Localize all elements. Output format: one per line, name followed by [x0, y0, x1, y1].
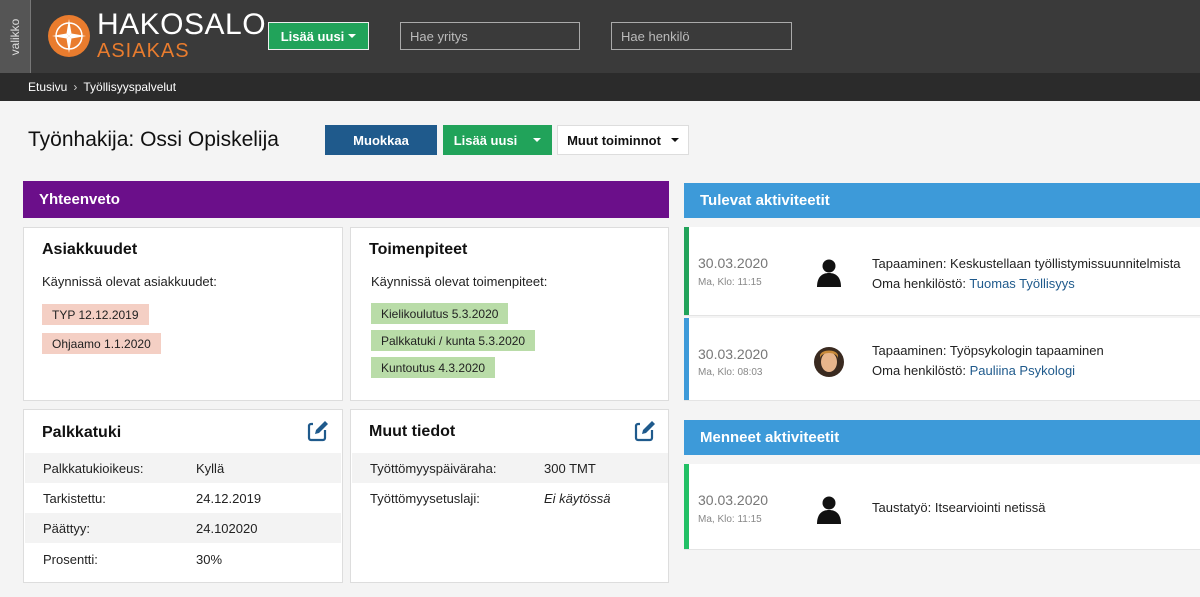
measures-lead: Käynnissä olevat toimenpiteet: [371, 274, 548, 289]
more-actions-button[interactable]: Muut toiminnot [557, 125, 689, 155]
edit-icon[interactable] [634, 420, 656, 442]
breadcrumb-home[interactable]: Etusivu [28, 80, 67, 94]
wage-subsidy-row: Prosentti: 30% [25, 544, 341, 574]
measures-tag[interactable]: Kielikoulutus 5.3.2020 [371, 303, 509, 324]
activity-title: Tapaaminen: Keskustellaan työllistymissu… [872, 256, 1181, 271]
compass-logo-icon [48, 15, 90, 57]
edit-button[interactable]: Muokkaa [325, 125, 437, 155]
measures-title: Toimenpiteet [369, 241, 468, 258]
clienthood-tag[interactable]: Ohjaamo 1.1.2020 [42, 333, 161, 354]
wage-subsidy-title: Palkkatuki [42, 424, 122, 441]
row-value: 24.102020 [196, 520, 258, 536]
activity-status-bar [684, 464, 689, 549]
menu-toggle[interactable]: valikko [0, 0, 31, 73]
breadcrumb: Etusivu › Työllisyyspalvelut [0, 73, 1200, 101]
activity-time: Ma, Klo: 11:15 [698, 514, 762, 525]
clienthood-lead: Käynnissä olevat asiakkuudet: [42, 274, 217, 289]
staff-link[interactable]: Tuomas Työllisyys [969, 276, 1074, 291]
chevron-down-icon [533, 138, 542, 142]
activity-staff: Oma henkilöstö: Pauliina Psykologi [872, 363, 1075, 378]
clienthood-card: Asiakkuudet Käynnissä olevat asiakkuudet… [23, 227, 343, 401]
measures-card: Toimenpiteet Käynnissä olevat toimenpite… [350, 227, 669, 401]
wage-subsidy-row: Tarkistettu: 24.12.2019 [25, 483, 341, 513]
row-value: Kyllä [196, 460, 225, 476]
upcoming-activities-header: Tulevat aktiviteetit [684, 183, 1200, 218]
activity-date: 30.03.2020 [698, 346, 769, 362]
row-key: Työttömyysetuslaji: [370, 490, 480, 506]
activity-title: Taustatyö: Itsearviointi netissä [872, 500, 1046, 515]
add-new-button[interactable]: Lisää uusi [443, 125, 552, 155]
more-actions-label: Muut toiminnot [567, 132, 661, 148]
row-value: 24.12.2019 [196, 490, 262, 506]
wage-subsidy-row: Päättyy: 24.102020 [25, 513, 341, 543]
chevron-down-icon [670, 138, 679, 142]
avatar [814, 347, 844, 377]
menu-label: valikko [8, 18, 22, 55]
wage-subsidy-card: Palkkatuki Palkkatukioikeus: Kyllä Tarki… [23, 409, 343, 583]
measures-tag[interactable]: Palkkatuki / kunta 5.3.2020 [371, 330, 536, 351]
summary-header: Yhteenveto [23, 181, 669, 218]
top-add-new-label: Lisää uusi [280, 28, 345, 44]
other-info-row: Työttömyysetuslaji: Ei käytössä [352, 483, 668, 513]
activity-time: Ma, Klo: 11:15 [698, 277, 762, 288]
person-search-placeholder: Hae henkilö [621, 28, 690, 44]
logo-subtext: ASIAKAS [97, 40, 190, 62]
activity-time: Ma, Klo: 08:03 [698, 367, 763, 378]
clienthood-tag[interactable]: TYP 12.12.2019 [42, 304, 149, 325]
other-info-row: Työttömyyspäiväraha: 300 TMT [352, 453, 668, 483]
breadcrumb-current[interactable]: Työllisyyspalvelut [83, 80, 176, 94]
past-activities-header: Menneet aktiviteetit [684, 420, 1200, 455]
activity-staff: Oma henkilöstö: Tuomas Työllisyys [872, 276, 1075, 291]
person-search-input[interactable]: Hae henkilö [611, 22, 792, 50]
edit-button-label: Muokkaa [353, 132, 409, 148]
chevron-down-icon [348, 34, 357, 38]
top-bar: valikko HAKOSALO ASIAKAS Lisää uusi Hae … [0, 0, 1200, 73]
activity-date: 30.03.2020 [698, 255, 769, 271]
activity-title: Tapaaminen: Työpsykologin tapaaminen [872, 343, 1104, 358]
row-key: Prosentti: [43, 551, 98, 567]
add-new-button-label: Lisää uusi [453, 132, 518, 148]
activity-item[interactable]: 30.03.2020 Ma, Klo: 11:15 Tapaaminen: Ke… [684, 227, 1200, 316]
activity-status-bar [684, 318, 689, 400]
row-key: Päättyy: [43, 520, 90, 536]
activity-status-bar [684, 227, 689, 315]
activity-item[interactable]: 30.03.2020 Ma, Klo: 11:15 Taustatyö: Its… [684, 464, 1200, 550]
other-info-title: Muut tiedot [369, 423, 456, 440]
row-value: 300 TMT [544, 460, 596, 476]
company-search-input[interactable]: Hae yritys [400, 22, 580, 50]
staff-prefix: Oma henkilöstö: [872, 363, 966, 378]
company-search-placeholder: Hae yritys [410, 28, 468, 44]
wage-subsidy-row: Palkkatukioikeus: Kyllä [25, 453, 341, 483]
measures-tag[interactable]: Kuntoutus 4.3.2020 [371, 357, 496, 378]
person-silhouette-icon [817, 496, 841, 524]
activity-date: 30.03.2020 [698, 492, 769, 508]
edit-icon[interactable] [307, 420, 329, 442]
row-key: Palkkatukioikeus: [43, 460, 144, 476]
staff-link[interactable]: Pauliina Psykologi [970, 363, 1076, 378]
row-value: 30% [196, 551, 223, 567]
activity-item[interactable]: 30.03.2020 Ma, Klo: 08:03 Tapaaminen: Ty… [684, 318, 1200, 401]
row-key: Tarkistettu: [43, 490, 106, 506]
page-title: Työnhakija: Ossi Opiskelija [28, 128, 279, 151]
breadcrumb-separator: › [73, 80, 78, 94]
clienthood-title: Asiakkuudet [42, 241, 138, 258]
top-add-new-button[interactable]: Lisää uusi [268, 22, 369, 50]
logo-text: HAKOSALO [97, 8, 267, 41]
person-silhouette-icon [817, 259, 841, 287]
row-key: Työttömyyspäiväraha: [370, 460, 497, 476]
other-info-card: Muut tiedot Työttömyyspäiväraha: 300 TMT… [350, 409, 669, 583]
staff-prefix: Oma henkilöstö: [872, 276, 966, 291]
row-value: Ei käytössä [544, 490, 611, 506]
